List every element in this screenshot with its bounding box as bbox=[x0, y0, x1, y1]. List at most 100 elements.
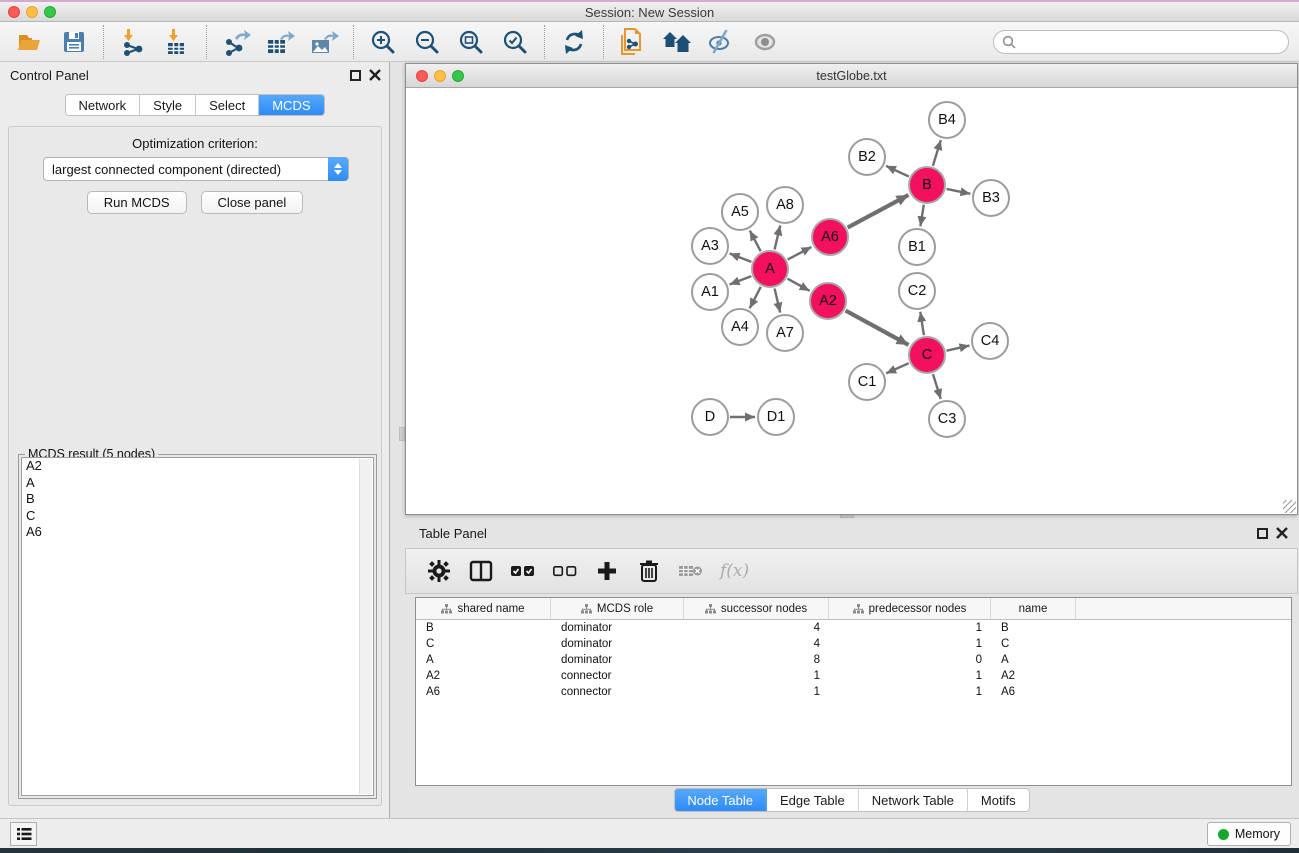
network-edge-A-A8[interactable] bbox=[775, 225, 781, 249]
table-row[interactable]: Cdominator41C bbox=[416, 636, 1291, 652]
table-cell[interactable]: dominator bbox=[551, 638, 684, 650]
zoom-out-icon[interactable] bbox=[411, 26, 443, 58]
table-cell[interactable]: B bbox=[416, 622, 551, 634]
import-table-icon[interactable] bbox=[161, 26, 193, 58]
column-view-icon[interactable] bbox=[465, 555, 497, 587]
delete-column-icon[interactable] bbox=[633, 555, 665, 587]
memory-button[interactable]: Memory bbox=[1207, 822, 1291, 846]
export-image-icon[interactable] bbox=[308, 26, 340, 58]
column-header-predecessor-nodes[interactable]: predecessor nodes bbox=[829, 598, 991, 619]
tab-node-table[interactable]: Node Table bbox=[674, 789, 767, 811]
node-table[interactable]: shared nameMCDS rolesuccessor nodesprede… bbox=[415, 597, 1292, 786]
column-header-MCDS-role[interactable]: MCDS role bbox=[551, 598, 684, 619]
table-cell[interactable]: dominator bbox=[551, 654, 684, 666]
tab-select[interactable]: Select bbox=[196, 95, 259, 115]
table-row[interactable]: Adominator80A bbox=[416, 652, 1291, 668]
table-cell[interactable]: A2 bbox=[991, 670, 1076, 682]
table-cell[interactable]: A bbox=[991, 654, 1076, 666]
table-float-panel-icon[interactable] bbox=[1257, 528, 1268, 539]
network-edge-A-A1[interactable] bbox=[730, 276, 752, 284]
network-edge-A6-B[interactable] bbox=[848, 195, 909, 228]
table-cell[interactable]: 1 bbox=[829, 622, 991, 634]
table-cell[interactable]: connector bbox=[551, 686, 684, 698]
network-edge-C-C4[interactable] bbox=[947, 346, 970, 351]
export-network-icon[interactable] bbox=[220, 26, 252, 58]
mcds-result-item[interactable]: A bbox=[22, 475, 373, 492]
network-node-B[interactable]: B bbox=[908, 166, 946, 204]
network-edge-B-B4[interactable] bbox=[933, 140, 941, 166]
column-header-name[interactable]: name bbox=[991, 598, 1076, 619]
network-edge-A-A6[interactable] bbox=[788, 247, 812, 260]
tab-motifs[interactable]: Motifs bbox=[968, 789, 1029, 811]
network-node-B3[interactable]: B3 bbox=[972, 179, 1010, 217]
mcds-result-item[interactable]: A6 bbox=[22, 524, 373, 541]
select-all-icon[interactable] bbox=[507, 555, 539, 587]
network-edge-A-A5[interactable] bbox=[750, 231, 761, 252]
table-close-panel-icon[interactable] bbox=[1276, 527, 1288, 539]
network-node-B1[interactable]: B1 bbox=[898, 228, 936, 266]
table-cell[interactable]: 1 bbox=[829, 638, 991, 650]
network-node-B4[interactable]: B4 bbox=[928, 101, 966, 139]
import-network-icon[interactable] bbox=[117, 26, 149, 58]
table-cell[interactable]: C bbox=[991, 638, 1076, 650]
network-edge-C-C2[interactable] bbox=[920, 312, 924, 335]
network-edge-A-A7[interactable] bbox=[775, 288, 781, 312]
refresh-icon[interactable] bbox=[558, 26, 590, 58]
network-node-A4[interactable]: A4 bbox=[721, 308, 759, 346]
show-hide-icon[interactable] bbox=[749, 26, 781, 58]
function-builder-icon[interactable]: f(x) bbox=[720, 561, 749, 581]
run-mcds-button[interactable]: Run MCDS bbox=[87, 191, 187, 214]
save-session-icon[interactable] bbox=[58, 26, 90, 58]
network-node-A3[interactable]: A3 bbox=[691, 227, 729, 265]
table-cell[interactable]: 8 bbox=[684, 654, 829, 666]
column-header-successor-nodes[interactable]: successor nodes bbox=[684, 598, 829, 619]
table-row[interactable]: A2connector11A2 bbox=[416, 668, 1291, 684]
settings-gear-icon[interactable] bbox=[423, 555, 455, 587]
tab-network[interactable]: Network bbox=[65, 95, 140, 115]
network-node-C2[interactable]: C2 bbox=[898, 272, 936, 310]
zoom-in-icon[interactable] bbox=[367, 26, 399, 58]
graphics-details-icon[interactable] bbox=[705, 26, 737, 58]
table-cell[interactable]: 1 bbox=[829, 670, 991, 682]
search-field[interactable] bbox=[993, 30, 1289, 54]
network-edge-A-A3[interactable] bbox=[730, 254, 752, 262]
table-cell[interactable]: C bbox=[416, 638, 551, 650]
export-table-icon[interactable] bbox=[264, 26, 296, 58]
result-scrollbar[interactable] bbox=[359, 459, 372, 794]
network-node-A6[interactable]: A6 bbox=[811, 218, 849, 256]
mcds-result-list[interactable]: A2ABCA6 bbox=[21, 457, 374, 796]
zoom-selected-icon[interactable] bbox=[499, 26, 531, 58]
copy-network-icon[interactable] bbox=[617, 26, 649, 58]
table-cell[interactable]: B bbox=[991, 622, 1076, 634]
network-node-C3[interactable]: C3 bbox=[928, 400, 966, 438]
table-cell[interactable]: 4 bbox=[684, 622, 829, 634]
column-header-shared-name[interactable]: shared name bbox=[416, 598, 551, 619]
table-row[interactable]: Bdominator41B bbox=[416, 620, 1291, 636]
open-session-icon[interactable] bbox=[14, 26, 46, 58]
zoom-fit-icon[interactable] bbox=[455, 26, 487, 58]
network-edge-B-B2[interactable] bbox=[886, 166, 909, 177]
add-column-icon[interactable] bbox=[591, 555, 623, 587]
tab-network-table[interactable]: Network Table bbox=[859, 789, 968, 811]
table-cell[interactable]: A bbox=[416, 654, 551, 666]
network-node-A7[interactable]: A7 bbox=[766, 314, 804, 352]
table-cell[interactable]: 0 bbox=[829, 654, 991, 666]
float-panel-icon[interactable] bbox=[350, 70, 361, 81]
table-cell[interactable]: 4 bbox=[684, 638, 829, 650]
network-edge-C-C1[interactable] bbox=[886, 363, 909, 373]
mcds-result-item[interactable]: B bbox=[22, 491, 373, 508]
table-cell[interactable]: A2 bbox=[416, 670, 551, 682]
table-cell[interactable]: A6 bbox=[416, 686, 551, 698]
task-history-button[interactable] bbox=[10, 822, 37, 846]
mcds-result-item[interactable]: A2 bbox=[22, 458, 373, 475]
close-panel-icon[interactable] bbox=[369, 69, 381, 81]
window-resize-grip[interactable] bbox=[1283, 500, 1296, 513]
table-row[interactable]: A6connector11A6 bbox=[416, 684, 1291, 700]
table-cell[interactable]: 1 bbox=[684, 686, 829, 698]
network-edge-B-B1[interactable] bbox=[920, 205, 923, 227]
network-canvas[interactable]: B4B2BB3A8A5A6A3B1AC2A1A2A4A7C4CC1C3DD1 bbox=[406, 88, 1297, 514]
network-window-titlebar[interactable]: testGlobe.txt bbox=[406, 64, 1297, 88]
network-edge-A-A2[interactable] bbox=[788, 279, 810, 291]
network-node-D1[interactable]: D1 bbox=[757, 398, 795, 436]
network-edge-C-C3[interactable] bbox=[933, 374, 941, 399]
